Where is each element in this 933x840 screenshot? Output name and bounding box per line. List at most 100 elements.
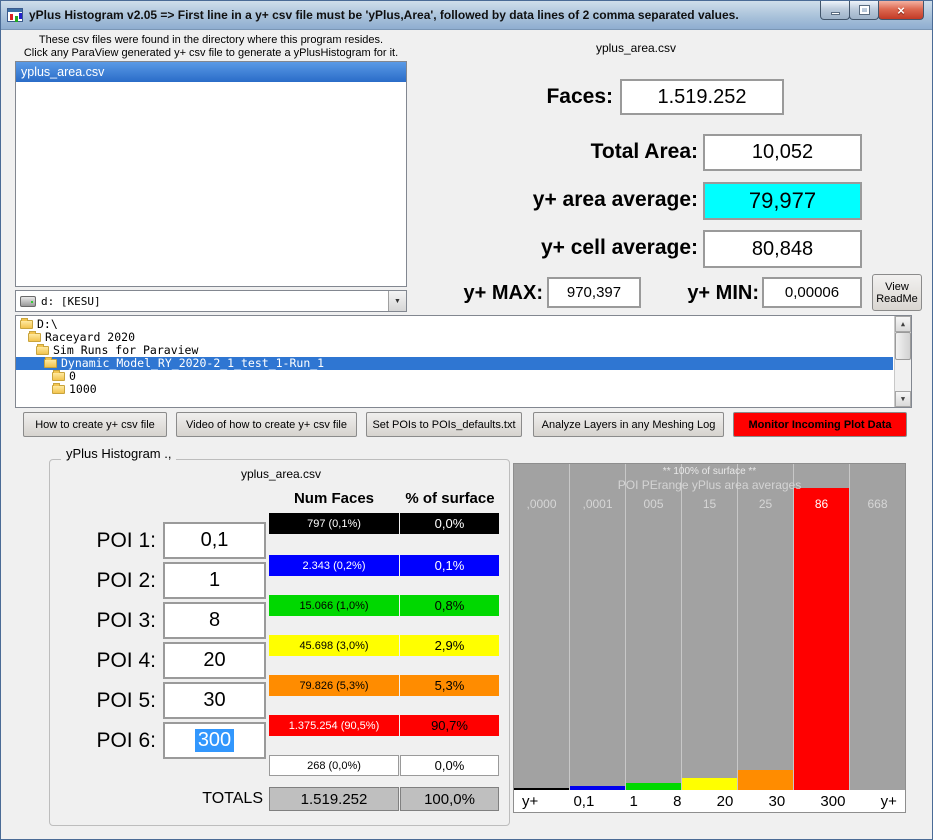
chart-bar [738,770,793,790]
totals-faces-cell: 1.519.252 [269,787,399,811]
scrollbar[interactable]: ▲ ▼ [894,316,911,407]
tree-item-label: Dynamic_Model_RY_2020-2_1_test_1-Run_1 [61,357,324,370]
num-faces-header: Num Faces [269,490,399,507]
poi-2-input[interactable]: 1 [163,562,266,599]
axis-label: 30 [769,793,786,810]
axis-label: 20 [717,793,734,810]
scroll-up-button[interactable]: ▲ [895,316,911,332]
how-to-create-button[interactable]: How to create y+ csv file [23,412,167,437]
file-list-item[interactable]: yplus_area.csv [16,62,406,82]
view-readme-button[interactable]: View ReadMe [872,274,922,311]
poi-1-input[interactable]: 0,1 [163,522,266,559]
tree-item-selected[interactable]: Dynamic_Model_RY_2020-2_1_test_1-Run_1 [16,357,893,370]
poi-3-input[interactable]: 8 [163,602,266,639]
chart-bar [626,783,681,790]
video-how-to-button[interactable]: Video of how to create y+ csv file [176,412,357,437]
axis-label: y+ [522,793,538,810]
folder-icon [20,320,33,329]
total-area-value: 10,052 [703,134,862,171]
close-button[interactable]: × [878,1,924,20]
chart-x-axis: y+ 0,1 1 8 20 30 300 y+ [514,790,905,812]
poi-6-label: POI 6: [31,722,156,759]
chart-column: 15 [682,464,738,790]
histogram-chart: ,0000 ,0001 005 15 25 86 [513,463,906,813]
cell-average-value: 80,848 [703,230,862,268]
directory-tree[interactable]: D:\ Raceyard 2020 Sim Runs for Paraview … [15,315,912,408]
chart-subtitle: POI PErange yPlus area averages [514,478,905,492]
num-faces-cell: 1.375.254 (90,5%) [269,715,399,736]
poi-3-value: 8 [209,609,220,632]
axis-label: y+ [881,793,897,810]
tree-item[interactable]: 1000 [16,383,893,396]
tree-item[interactable]: D:\ [16,318,893,331]
drive-icon [20,296,36,307]
num-faces-cell: 15.066 (1,0%) [269,595,399,616]
pct-surface-header: % of surface [400,490,500,507]
chart-bar [682,778,737,790]
tree-item[interactable]: 0 [16,370,893,383]
readme-button-line1: View [885,281,909,293]
histogram-group-title: yPlus Histogram ., [61,446,176,461]
chart-column-label: 15 [682,497,737,511]
axis-label: 1 [630,793,638,810]
analyze-layers-button[interactable]: Analyze Layers in any Meshing Log [533,412,724,437]
instructions-line-2: Click any ParaView generated y+ csv file… [15,47,407,60]
monitor-plot-data-button[interactable]: Monitor Incoming Plot Data [733,412,907,437]
histogram-filename: yplus_area.csv [196,467,366,481]
pct-cell: 2,9% [400,635,499,656]
title-bar: yPlus Histogram v2.05 => First line in a… [1,1,932,30]
poi-4-label: POI 4: [31,642,156,679]
scroll-down-button[interactable]: ▼ [895,391,911,407]
poi-3-label: POI 3: [31,602,156,639]
poi-5-label: POI 5: [31,682,156,719]
faces-value: 1.519.252 [620,79,784,115]
chevron-down-icon[interactable]: ▼ [388,291,406,311]
csv-file-listbox[interactable]: yplus_area.csv [15,61,407,287]
poi-4-input[interactable]: 20 [163,642,266,679]
scrollbar-thumb[interactable] [895,332,911,360]
maximize-button[interactable] [849,1,879,20]
folder-icon [44,359,57,368]
app-icon [7,8,23,22]
num-faces-cell: 79.826 (5,3%) [269,675,399,696]
pct-cell: 0,8% [400,595,499,616]
pct-cell: 0,1% [400,555,499,576]
area-average-value: 79,977 [703,182,862,220]
folder-icon [52,385,65,394]
chart-column: ,0001 [570,464,626,790]
folder-icon [36,346,49,355]
chart-plot-area: ,0000 ,0001 005 15 25 86 [514,464,905,790]
totals-pct-cell: 100,0% [400,787,499,811]
window-title: yPlus Histogram v2.05 => First line in a… [29,8,739,22]
pct-cell: 0,0% [400,513,499,534]
set-pois-defaults-button[interactable]: Set POIs to POIs_defaults.txt [366,412,522,437]
poi-5-value: 30 [203,689,225,712]
minimize-button[interactable] [820,1,850,20]
cell-average-label: y+ cell average: [441,236,698,260]
overflow-faces-cell: 268 (0,0%) [269,755,399,776]
chart-column-label: 25 [738,497,793,511]
faces-label: Faces: [431,85,613,109]
pct-cell: 5,3% [400,675,499,696]
instructions-text: These csv files were found in the direct… [15,34,407,60]
drive-selector-value: d: [KESU] [41,295,101,308]
poi-6-input[interactable]: 300 [163,722,266,759]
poi-1-label: POI 1: [31,522,156,559]
folder-icon [52,372,65,381]
chart-column-label: 668 [850,497,905,511]
drive-selector[interactable]: d: [KESU] ▼ [15,290,407,312]
chart-column: ,0000 [514,464,570,790]
app-window: yPlus Histogram v2.05 => First line in a… [0,0,933,840]
tree-item-label: 1000 [69,383,97,396]
chart-column: 86 [794,464,850,790]
total-area-label: Total Area: [501,140,698,164]
chart-column: 005 [626,464,682,790]
num-faces-cell: 2.343 (0,2%) [269,555,399,576]
current-file-label: yplus_area.csv [541,41,731,55]
chart-column-label: 005 [626,497,681,511]
area-average-label: y+ area average: [441,188,698,212]
axis-label: 8 [673,793,681,810]
num-faces-cell: 45.698 (3,0%) [269,635,399,656]
poi-5-input[interactable]: 30 [163,682,266,719]
chart-column: 25 [738,464,794,790]
